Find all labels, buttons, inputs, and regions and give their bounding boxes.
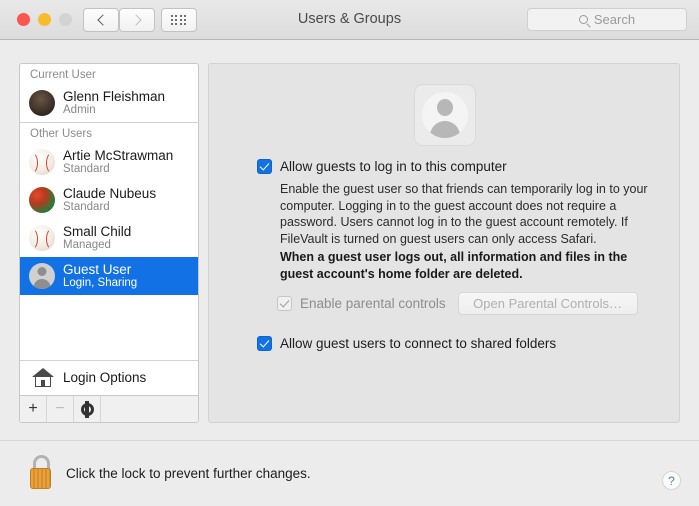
guest-description-text: Enable the guest user so that friends ca… — [280, 182, 648, 246]
allow-shared-folders-label: Allow guest users to connect to shared f… — [280, 336, 557, 351]
search-placeholder: Search — [593, 12, 636, 27]
user-picture[interactable] — [414, 84, 476, 146]
settings-button[interactable] — [74, 396, 101, 422]
allow-guests-login-checkbox[interactable]: Allow guests to log in to this computer — [257, 159, 507, 174]
window-titlebar: Users & Groups Search — [0, 0, 699, 40]
guest-warning-text: When a guest user logs out, all informat… — [280, 250, 628, 281]
avatar — [29, 263, 55, 289]
add-user-button[interactable]: + — [20, 396, 47, 422]
search-icon — [578, 15, 588, 24]
sidebar-toolbar: + − — [20, 395, 198, 422]
checkbox-checked-disabled-icon — [277, 296, 292, 311]
group-header-current-user: Current User — [30, 69, 96, 81]
avatar — [29, 225, 55, 251]
enable-parental-controls-label: Enable parental controls — [300, 296, 446, 311]
remove-user-button: − — [47, 396, 74, 422]
user-role: Standard — [63, 201, 110, 214]
users-sidebar: Current User Glenn Fleishman Admin Other… — [19, 63, 199, 423]
list-item-guest-user[interactable]: Guest User Login, Sharing — [20, 257, 198, 295]
home-icon — [32, 367, 54, 388]
enable-parental-controls-checkbox: Enable parental controls — [277, 296, 446, 311]
user-role: Login, Sharing — [63, 277, 138, 290]
user-role: Admin — [63, 104, 96, 117]
checkbox-checked-icon — [257, 159, 272, 174]
list-item-claude-nubeus[interactable]: Claude Nubeus Standard — [20, 181, 198, 219]
window-body: Current User Glenn Fleishman Admin Other… — [0, 40, 699, 440]
user-name: Guest User — [63, 261, 132, 277]
user-name: Small Child — [63, 223, 132, 239]
help-button[interactable]: ? — [662, 471, 681, 490]
allow-guests-login-label: Allow guests to log in to this computer — [280, 159, 507, 174]
list-item-glenn-fleishman[interactable]: Glenn Fleishman Admin — [20, 84, 198, 122]
user-role: Managed — [63, 239, 111, 252]
list-item-small-child[interactable]: Small Child Managed — [20, 219, 198, 257]
lock-button[interactable] — [28, 455, 58, 491]
avatar — [29, 149, 55, 175]
parental-controls-row: Enable parental controls Open Parental C… — [277, 292, 638, 315]
user-role: Standard — [63, 163, 110, 176]
list-item-artie-mcstrawman[interactable]: Artie McStrawman Standard — [20, 143, 198, 181]
login-options-button[interactable]: Login Options — [20, 360, 198, 394]
gear-icon — [80, 402, 94, 416]
login-options-label: Login Options — [63, 370, 147, 385]
search-input[interactable]: Search — [527, 8, 687, 31]
open-parental-controls-button: Open Parental Controls… — [457, 292, 638, 315]
checkbox-checked-icon — [257, 336, 272, 351]
person-icon — [422, 92, 468, 138]
avatar — [29, 187, 55, 213]
user-name: Artie McStrawman — [63, 147, 174, 163]
guest-user-settings-panel: Allow guests to log in to this computer … — [208, 63, 680, 423]
window-footer: Click the lock to prevent further change… — [0, 440, 699, 506]
users-and-groups-window: Users & Groups Search Current User Glenn… — [0, 0, 699, 506]
lock-status-text: Click the lock to prevent further change… — [66, 466, 311, 481]
user-name: Claude Nubeus — [63, 185, 157, 201]
avatar — [29, 90, 55, 116]
user-name: Glenn Fleishman — [63, 88, 166, 104]
group-header-other-users: Other Users — [30, 128, 92, 140]
allow-shared-folders-checkbox[interactable]: Allow guest users to connect to shared f… — [257, 336, 556, 351]
